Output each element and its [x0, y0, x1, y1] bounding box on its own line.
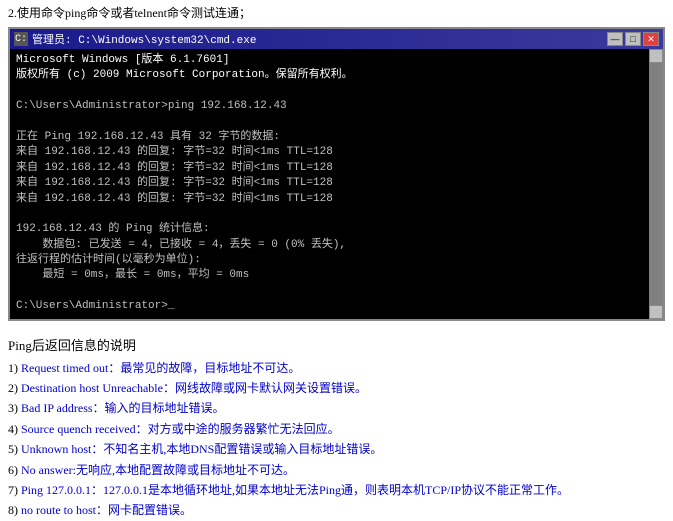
cmd-line: 来自 192.168.12.43 的回复: 字节=32 时间<1ms TTL=1…: [16, 161, 657, 176]
cmd-line: 来自 192.168.12.43 的回复: 字节=32 时间<1ms TTL=1…: [16, 192, 657, 207]
item-number: 5): [8, 442, 18, 456]
item-text: Destination host Unreachable：网线故障或网卡默认网关…: [21, 381, 367, 395]
list-item: 6) No answer:无响应,本地配置故障或目标地址不可达。: [8, 460, 665, 480]
item-text: Request timed out：最常见的故障，目标地址不可达。: [21, 361, 300, 375]
cmd-icon: C:: [14, 32, 28, 46]
instruction-text: 2.使用命令ping命令或者telnent命令测试连通；: [0, 0, 673, 27]
cmd-line: 来自 192.168.12.43 的回复: 字节=32 时间<1ms TTL=1…: [16, 145, 657, 160]
cmd-line: [16, 115, 657, 130]
info-list: 1) Request timed out：最常见的故障，目标地址不可达。2) D…: [0, 358, 673, 521]
item-text: No answer:无响应,本地配置故障或目标地址不可达。: [21, 463, 295, 477]
cmd-line: 版权所有 (c) 2009 Microsoft Corporation。保留所有…: [16, 68, 657, 83]
list-item: 1) Request timed out：最常见的故障，目标地址不可达。: [8, 358, 665, 378]
close-button[interactable]: ✕: [643, 32, 659, 46]
scroll-down-button[interactable]: ▼: [649, 305, 663, 319]
cmd-line: C:\Users\Administrator>_: [16, 299, 657, 314]
list-item: 2) Destination host Unreachable：网线故障或网卡默…: [8, 378, 665, 398]
minimize-button[interactable]: —: [607, 32, 623, 46]
scroll-track: [649, 63, 663, 305]
item-number: 4): [8, 422, 18, 436]
item-text: Ping 127.0.0.1：127.0.0.1是本地循环地址,如果本地址无法P…: [21, 483, 569, 497]
scrollbar[interactable]: ▲ ▼: [649, 49, 663, 319]
list-item: 5) Unknown host：不知名主机,本地DNS配置错误或输入目标地址错误…: [8, 439, 665, 459]
cmd-line: [16, 207, 657, 222]
cmd-body: Microsoft Windows [版本 6.1.7601]版权所有 (c) …: [10, 49, 663, 319]
item-number: 8): [8, 503, 18, 517]
cmd-line: Microsoft Windows [版本 6.1.7601]: [16, 53, 657, 68]
item-number: 2): [8, 381, 18, 395]
list-item: 3) Bad IP address：输入的目标地址错误。: [8, 398, 665, 418]
cmd-line: 192.168.12.43 的 Ping 统计信息:: [16, 222, 657, 237]
cmd-titlebar: C: 管理员: C:\Windows\system32\cmd.exe — □ …: [10, 29, 663, 49]
cmd-line: [16, 284, 657, 299]
cmd-title: 管理员: C:\Windows\system32\cmd.exe: [32, 31, 256, 47]
scroll-up-button[interactable]: ▲: [649, 49, 663, 63]
item-number: 1): [8, 361, 18, 375]
cmd-line: 最短 = 0ms，最长 = 0ms，平均 = 0ms: [16, 268, 657, 283]
item-number: 6): [8, 463, 18, 477]
item-number: 3): [8, 401, 18, 415]
list-item: 7) Ping 127.0.0.1：127.0.0.1是本地循环地址,如果本地址…: [8, 480, 665, 500]
cmd-line: 数据包: 已发送 = 4，已接收 = 4，丢失 = 0 (0% 丢失),: [16, 238, 657, 253]
item-text: no route to host：网卡配置错误。: [21, 503, 192, 517]
section-title: Ping后返回信息的说明: [0, 329, 673, 358]
list-item: 4) Source quench received：对方或中途的服务器繁忙无法回…: [8, 419, 665, 439]
item-text: Source quench received：对方或中途的服务器繁忙无法回应。: [21, 422, 340, 436]
cmd-line: 正在 Ping 192.168.12.43 具有 32 字节的数据:: [16, 130, 657, 145]
list-item: 8) no route to host：网卡配置错误。: [8, 500, 665, 520]
cmd-line: C:\Users\Administrator>ping 192.168.12.4…: [16, 99, 657, 114]
cmd-window: C: 管理员: C:\Windows\system32\cmd.exe — □ …: [8, 27, 665, 321]
item-text: Unknown host：不知名主机,本地DNS配置错误或输入目标地址错误。: [21, 442, 382, 456]
cmd-line: 来自 192.168.12.43 的回复: 字节=32 时间<1ms TTL=1…: [16, 176, 657, 191]
item-text: Bad IP address：输入的目标地址错误。: [21, 401, 225, 415]
item-number: 7): [8, 483, 18, 497]
cmd-line: 往返行程的估计时间(以毫秒为单位):: [16, 253, 657, 268]
maximize-button[interactable]: □: [625, 32, 641, 46]
cmd-line: [16, 84, 657, 99]
